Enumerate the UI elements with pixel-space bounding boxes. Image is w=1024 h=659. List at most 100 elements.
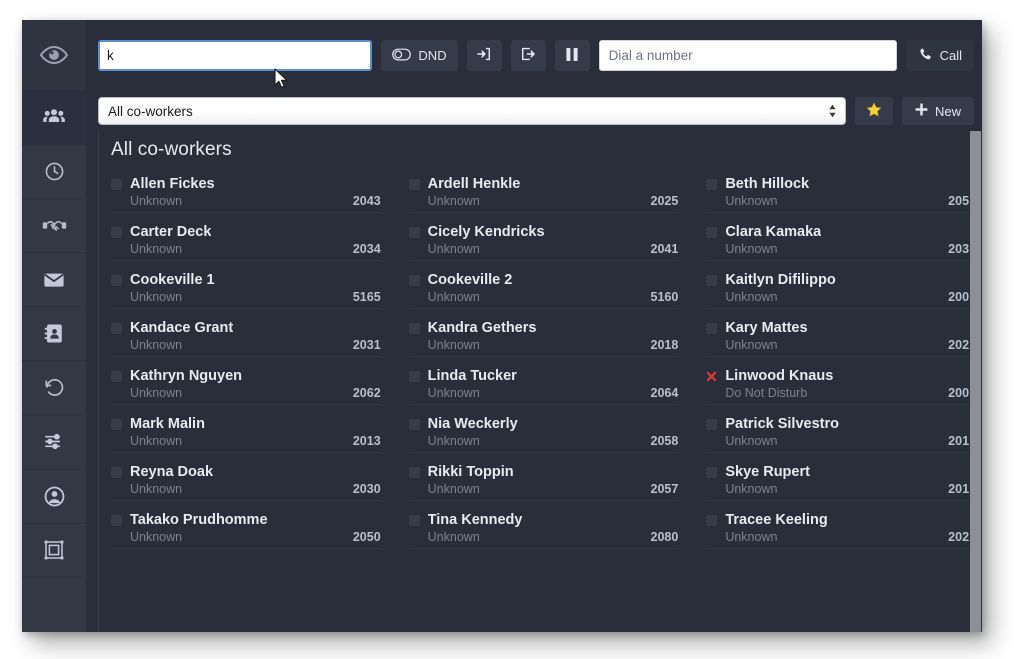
dial-number-input[interactable] [599,40,897,71]
sidebar-item-screen-share[interactable] [22,524,86,578]
call-label: Call [940,48,962,63]
vertical-scrollbar-thumb[interactable] [970,131,981,632]
sidebar-item-meetings[interactable] [22,199,86,253]
contact-item[interactable]: Cookeville 2Unknown5160 [409,267,685,315]
contact-item[interactable]: Reyna DoakUnknown2030 [111,459,387,507]
status-unknown-icon [706,275,717,286]
handshake-icon [42,213,67,238]
status-unknown-icon [409,419,420,430]
contact-status: Unknown [428,530,480,544]
sidebar-item-logo[interactable] [22,20,86,91]
status-unknown-icon [409,179,420,190]
contact-name: Clara Kamaka [725,224,821,240]
status-unknown-icon [111,515,122,526]
call-button[interactable]: Call [906,40,974,71]
contact-item[interactable]: Beth HillockUnknown2059 [706,171,982,219]
status-unknown-icon [111,467,122,478]
sidebar-item-directory[interactable] [22,307,86,361]
contact-item[interactable]: Patrick SilvestroUnknown2012 [706,411,982,459]
dnd-button[interactable]: DND [381,40,457,71]
contact-extension: 2041 [651,242,679,256]
contact-item[interactable]: Kandace GrantUnknown2031 [111,315,387,363]
contact-item[interactable]: Kandra GethersUnknown2018 [409,315,685,363]
filter-row: All co-workers [86,91,982,131]
status-unknown-icon [706,467,717,478]
contact-item[interactable]: Takako PrudhommeUnknown2050 [111,507,387,555]
hold-button[interactable] [555,40,590,71]
clock-icon [43,160,66,183]
sidebar-item-recent[interactable] [22,145,86,199]
contact-status: Unknown [130,482,182,496]
contact-name: Reyna Doak [130,464,213,480]
contact-name: Cookeville 1 [130,272,215,288]
contact-name: Patrick Silvestro [725,416,839,432]
sliders-icon [43,430,66,453]
contact-item[interactable]: Kary MattesUnknown2029 [706,315,982,363]
group-select[interactable]: All co-workers [98,97,846,125]
dnd-label: DND [418,48,446,63]
new-contact-button[interactable]: New [902,97,974,125]
search-input[interactable] [98,40,372,71]
sidebar-item-voicemail[interactable] [22,253,86,307]
contact-item[interactable]: Rikki ToppinUnknown2057 [409,459,685,507]
contact-grid: Allen FickesUnknown2043Ardell HenkleUnkn… [111,171,982,555]
transfer-in-button[interactable] [467,40,502,71]
contact-status: Unknown [725,242,777,256]
contact-name: Tina Kennedy [428,512,523,528]
status-dnd-icon [706,371,717,382]
contact-name: Linwood Knaus [725,368,833,384]
plus-icon [915,103,928,119]
envelope-icon [42,268,66,292]
status-unknown-icon [111,179,122,190]
sidebar-item-settings[interactable] [22,415,86,469]
top-toolbar: DND [86,20,982,91]
sidebar-item-history[interactable] [22,361,86,415]
contact-status: Unknown [428,386,480,400]
contact-name: Beth Hillock [725,176,809,192]
status-unknown-icon [409,467,420,478]
vertical-scrollbar[interactable] [969,131,982,632]
contact-name: Nia Weckerly [428,416,518,432]
sidebar-item-account[interactable] [22,470,86,524]
history-icon [43,376,66,399]
contact-name: Allen Fickes [130,176,215,192]
contact-item[interactable]: Cicely KendricksUnknown2041 [409,219,685,267]
contact-item[interactable]: Allen FickesUnknown2043 [111,171,387,219]
sidebar-item-contacts[interactable] [22,91,86,145]
favorites-button[interactable] [855,97,893,125]
contact-name: Takako Prudhomme [130,512,268,528]
contact-item[interactable]: Kaitlyn DifilippoUnknown2002 [706,267,982,315]
toggle-icon [392,48,411,64]
contact-item[interactable]: Linda TuckerUnknown2064 [409,363,685,411]
contact-status: Unknown [428,242,480,256]
contact-item[interactable]: Ardell HenkleUnknown2025 [409,171,685,219]
contact-item[interactable]: Mark MalinUnknown2013 [111,411,387,459]
status-unknown-icon [706,419,717,430]
contact-name: Kathryn Nguyen [130,368,242,384]
contact-name: Ardell Henkle [428,176,521,192]
contact-status: Unknown [725,290,777,304]
contact-item[interactable]: Carter DeckUnknown2034 [111,219,387,267]
people-icon [42,105,66,129]
contact-extension: 2080 [651,530,679,544]
contact-name: Kary Mattes [725,320,807,336]
contact-item[interactable]: Skye RupertUnknown2017 [706,459,982,507]
contact-status: Unknown [428,290,480,304]
contact-item[interactable]: Nia WeckerlyUnknown2058 [409,411,685,459]
contact-item[interactable]: Tina Kennedy Unknown 2080 [409,507,685,555]
contact-extension: 2057 [651,482,679,496]
status-unknown-icon [111,419,122,430]
contact-item[interactable]: Linwood KnausDo Not Disturb2003 [706,363,982,411]
arrow-into-bracket-icon [476,46,492,65]
contact-name: Tracee Keeling [725,512,827,528]
star-icon [866,102,882,121]
contact-item[interactable]: Cookeville 1Unknown5165 [111,267,387,315]
contact-status: Unknown [725,530,777,544]
status-unknown-icon [111,227,122,238]
contact-item[interactable]: Tracee KeelingUnknown2020 [706,507,982,555]
contact-item[interactable]: Kathryn NguyenUnknown2062 [111,363,387,411]
status-unknown-icon [111,275,122,286]
status-unknown-icon [706,179,717,190]
transfer-out-button[interactable] [511,40,546,71]
contact-item[interactable]: Clara KamakaUnknown2033 [706,219,982,267]
